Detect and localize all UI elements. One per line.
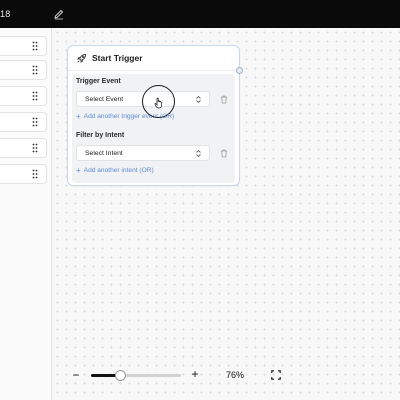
drag-handle-icon[interactable] — [32, 41, 38, 51]
hand-cursor-icon — [154, 97, 162, 109]
zoom-out-button[interactable]: − — [71, 368, 81, 382]
sidebar-item[interactable] — [0, 60, 47, 80]
chevron-updown-icon — [196, 95, 201, 104]
plus-icon: + — [76, 112, 81, 121]
zoom-slider[interactable] — [91, 370, 181, 381]
chevron-updown-icon — [196, 149, 201, 158]
drag-handle-icon[interactable] — [32, 169, 38, 179]
add-intent-text: Add another intent (OR) — [83, 167, 154, 174]
node-title: Start Trigger — [92, 53, 143, 63]
trigger-event-label: Trigger Event — [76, 78, 121, 85]
node-header[interactable]: Start Trigger — [68, 46, 239, 71]
drag-handle-icon[interactable] — [32, 91, 38, 101]
filter-intent-select[interactable]: Select Intent — [76, 145, 210, 161]
fit-view-icon[interactable] — [271, 370, 281, 380]
sidebar-item[interactable] — [0, 86, 47, 106]
plus-icon: + — [76, 166, 81, 175]
add-intent-link[interactable]: + Add another intent (OR) — [76, 166, 154, 175]
sidebar — [0, 28, 52, 400]
sidebar-item[interactable] — [0, 36, 47, 56]
drag-handle-icon[interactable] — [32, 117, 38, 127]
sidebar-item[interactable] — [0, 138, 47, 158]
sidebar-item[interactable] — [0, 112, 47, 132]
trash-icon[interactable] — [220, 149, 228, 158]
filter-intent-select-value: Select Intent — [85, 149, 123, 157]
drag-handle-icon[interactable] — [32, 143, 38, 153]
drag-handle-icon[interactable] — [32, 65, 38, 75]
sidebar-item[interactable] — [0, 164, 47, 184]
rocket-icon — [77, 53, 87, 63]
workflow-title[interactable]: 18 — [0, 9, 10, 19]
pencil-icon[interactable] — [53, 8, 65, 20]
trigger-event-select-value: Select Event — [85, 95, 124, 103]
top-bar: 18 — [0, 0, 400, 28]
filter-intent-label: Filter by Intent — [76, 132, 125, 139]
trash-icon[interactable] — [220, 95, 228, 104]
zoom-level: 76% — [226, 370, 245, 380]
zoom-in-button[interactable]: + — [190, 367, 200, 381]
node-output-handle[interactable] — [236, 67, 243, 74]
